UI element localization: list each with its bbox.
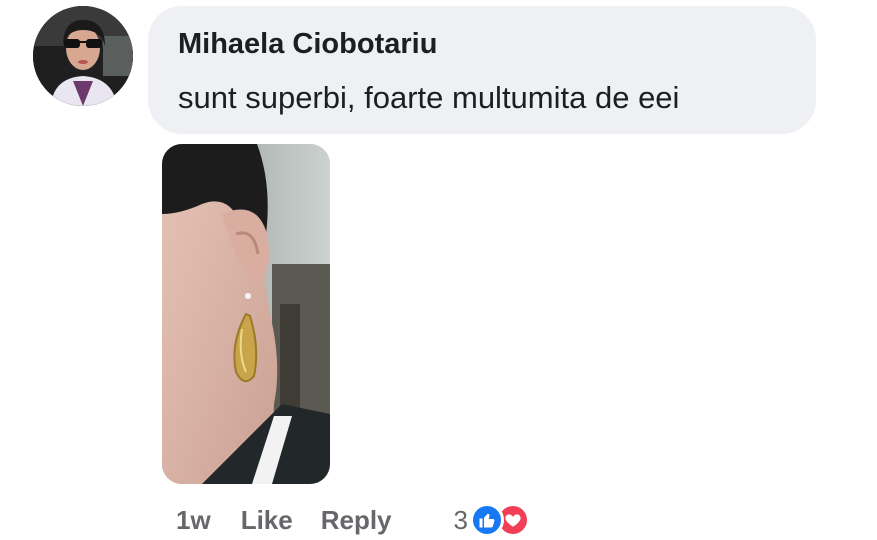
comment: Mihaela Ciobotariu sunt superbi, foarte … [0,0,877,540]
comment-bubble: Mihaela Ciobotariu sunt superbi, foarte … [148,6,816,134]
avatar-photo [33,6,133,106]
avatar[interactable] [33,6,133,106]
like-button[interactable]: Like [241,505,293,536]
comment-actions: 1w Like Reply 3 [176,500,530,540]
earring-photo [162,144,330,484]
reactions-summary[interactable]: 3 [454,503,530,537]
like-icon [470,503,504,537]
comment-text: sunt superbi, foarte multumita de eei [178,80,680,115]
comment-photo[interactable] [162,144,330,484]
author-name[interactable]: Mihaela Ciobotariu [178,28,437,61]
timestamp[interactable]: 1w [176,505,211,536]
reaction-count: 3 [453,504,468,535]
reply-button[interactable]: Reply [321,505,392,536]
